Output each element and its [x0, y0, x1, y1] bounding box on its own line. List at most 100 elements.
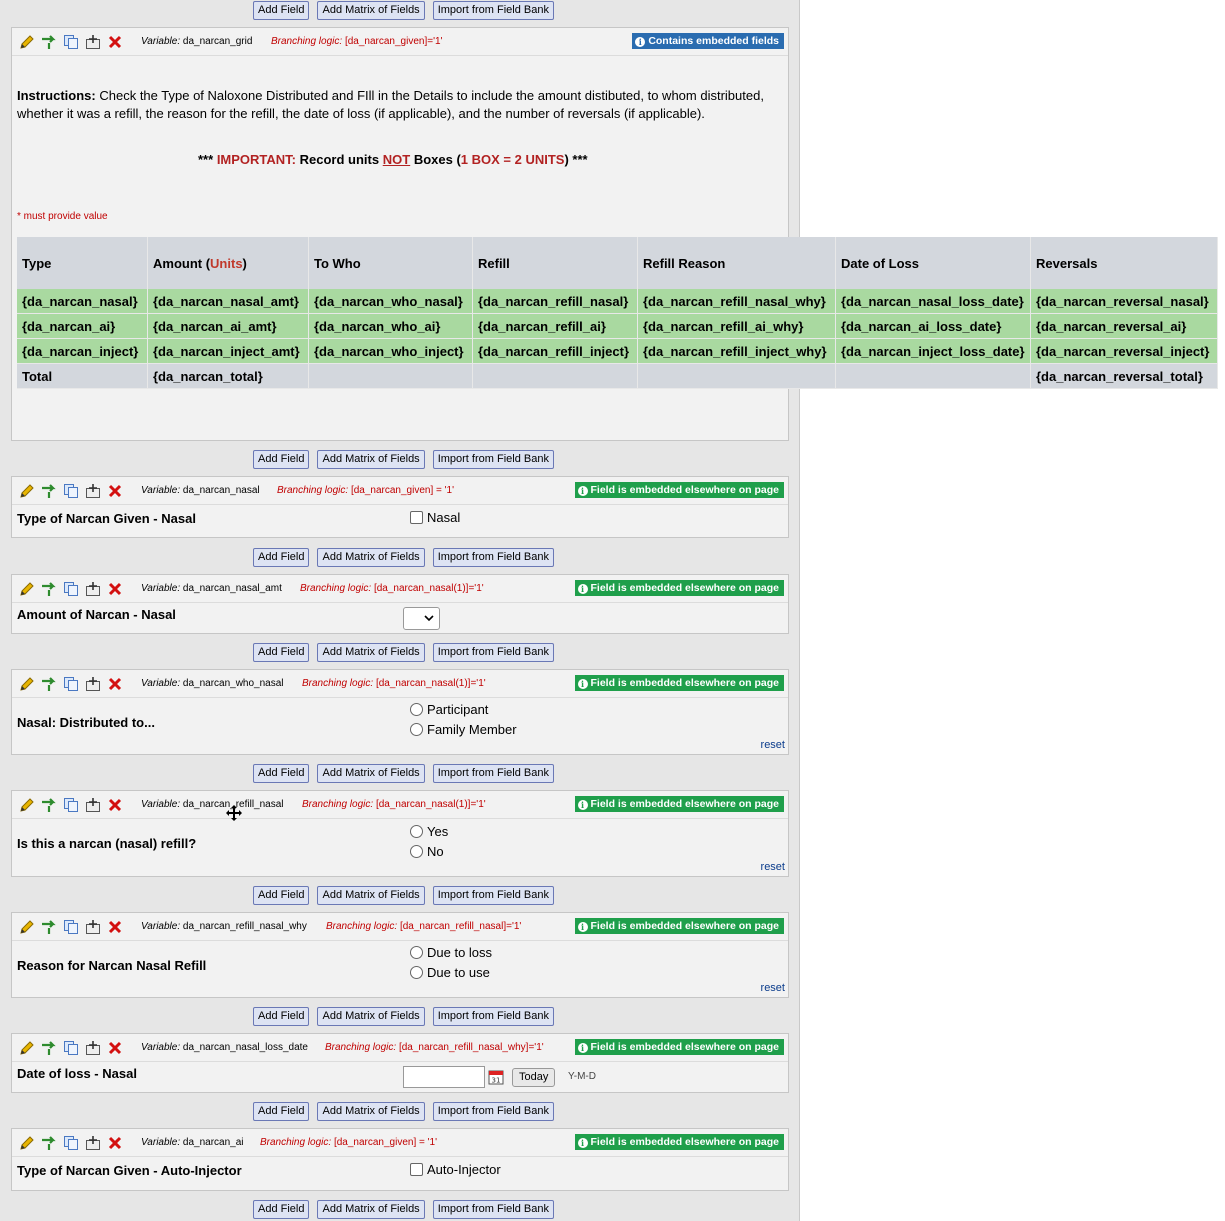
add-field-button[interactable]: Add Field — [253, 1200, 310, 1219]
import-field-bank-button[interactable]: Import from Field Bank — [432, 1, 554, 20]
add-matrix-button[interactable]: Add Matrix of Fields — [317, 643, 425, 662]
copy-icon[interactable] — [62, 675, 80, 693]
import-field-bank-button[interactable]: Import from Field Bank — [432, 1200, 554, 1219]
pencil-edit-icon[interactable] — [18, 580, 36, 598]
today-button[interactable]: Today — [512, 1068, 556, 1087]
delete-icon[interactable] — [106, 1039, 124, 1057]
reset-link[interactable]: reset — [761, 739, 785, 751]
copy-icon[interactable] — [62, 482, 80, 500]
stack-icon[interactable] — [84, 796, 102, 814]
stack-icon[interactable] — [84, 1039, 102, 1057]
pencil-edit-icon[interactable] — [18, 33, 36, 51]
add-matrix-button[interactable]: Add Matrix of Fields — [317, 1007, 425, 1026]
radio-option[interactable]: Due to use — [410, 965, 490, 980]
copy-icon[interactable] — [62, 918, 80, 936]
stack-icon[interactable] — [84, 33, 102, 51]
date-format-hint: Y-M-D — [568, 1071, 596, 1082]
add-field-button[interactable]: Add Field — [253, 548, 310, 567]
add-matrix-button[interactable]: Add Matrix of Fields — [317, 764, 425, 783]
pencil-edit-icon[interactable] — [18, 796, 36, 814]
move-arrow-icon[interactable] — [40, 796, 58, 814]
pencil-edit-icon[interactable] — [18, 675, 36, 693]
radio-option[interactable]: Yes — [410, 824, 448, 839]
import-field-bank-button[interactable]: Import from Field Bank — [432, 886, 554, 905]
add-field-button[interactable]: Add Field — [253, 1, 310, 20]
stack-icon[interactable] — [84, 580, 102, 598]
add-field-toolbar: Add Field Add Matrix of Fields Import fr… — [253, 1102, 554, 1121]
stack-icon[interactable] — [84, 1134, 102, 1152]
import-field-bank-button[interactable]: Import from Field Bank — [432, 764, 554, 783]
copy-icon[interactable] — [62, 796, 80, 814]
pencil-edit-icon[interactable] — [18, 918, 36, 936]
checkbox-option[interactable]: Auto-Injector — [410, 1162, 501, 1177]
variable-label: Variable: da_narcan_grid — [141, 36, 253, 47]
matrix-table: Type Amount (Units) To Who Refill Refill… — [17, 237, 1218, 389]
reset-link[interactable]: reset — [761, 982, 785, 994]
delete-icon[interactable] — [106, 796, 124, 814]
radio-option[interactable]: No — [410, 844, 444, 859]
pencil-edit-icon[interactable] — [18, 482, 36, 500]
add-field-button[interactable]: Add Field — [253, 450, 310, 469]
radio-option[interactable]: Due to loss — [410, 945, 492, 960]
add-field-button[interactable]: Add Field — [253, 1102, 310, 1121]
delete-icon[interactable] — [106, 918, 124, 936]
radio-button[interactable] — [410, 845, 423, 858]
stack-icon[interactable] — [84, 675, 102, 693]
cell: Total — [17, 363, 148, 389]
radio-button[interactable] — [410, 966, 423, 979]
radio-button[interactable] — [410, 703, 423, 716]
move-arrow-icon[interactable] — [40, 675, 58, 693]
stack-icon[interactable] — [84, 482, 102, 500]
import-field-bank-button[interactable]: Import from Field Bank — [432, 450, 554, 469]
delete-icon[interactable] — [106, 33, 124, 51]
add-field-button[interactable]: Add Field — [253, 886, 310, 905]
move-arrow-icon[interactable] — [40, 918, 58, 936]
radio-button[interactable] — [410, 825, 423, 838]
cell: {da_narcan_ai_loss_date} — [835, 313, 1031, 339]
checkbox[interactable] — [410, 1163, 423, 1176]
stack-icon[interactable] — [84, 918, 102, 936]
copy-icon[interactable] — [62, 1134, 80, 1152]
add-matrix-button[interactable]: Add Matrix of Fields — [317, 1200, 425, 1219]
move-arrow-icon[interactable] — [40, 482, 58, 500]
copy-icon[interactable] — [62, 33, 80, 51]
copy-icon[interactable] — [62, 580, 80, 598]
add-matrix-button[interactable]: Add Matrix of Fields — [317, 886, 425, 905]
import-field-bank-button[interactable]: Import from Field Bank — [432, 1007, 554, 1026]
add-field-button[interactable]: Add Field — [253, 643, 310, 662]
add-matrix-button[interactable]: Add Matrix of Fields — [317, 548, 425, 567]
date-input[interactable] — [403, 1066, 485, 1088]
calendar-icon[interactable]: 31 — [488, 1069, 504, 1085]
move-cursor-icon — [226, 805, 242, 821]
delete-icon[interactable] — [106, 482, 124, 500]
checkbox-option[interactable]: Nasal — [410, 510, 460, 525]
reset-link[interactable]: reset — [761, 861, 785, 873]
radio-button[interactable] — [410, 946, 423, 959]
add-field-button[interactable]: Add Field — [253, 764, 310, 783]
info-icon: i — [577, 679, 588, 689]
radio-option[interactable]: Family Member — [410, 722, 517, 737]
delete-icon[interactable] — [106, 1134, 124, 1152]
radio-option[interactable]: Participant — [410, 702, 488, 717]
move-arrow-icon[interactable] — [40, 1134, 58, 1152]
checkbox[interactable] — [410, 511, 423, 524]
variable-name: da_narcan_refill_nasal_why — [182, 921, 307, 932]
move-arrow-icon[interactable] — [40, 1039, 58, 1057]
move-arrow-icon[interactable] — [40, 580, 58, 598]
embedded-elsewhere-badge: i Field is embedded elsewhere on page — [574, 482, 784, 498]
import-field-bank-button[interactable]: Import from Field Bank — [432, 643, 554, 662]
add-matrix-button[interactable]: Add Matrix of Fields — [317, 1, 425, 20]
radio-button[interactable] — [410, 723, 423, 736]
add-matrix-button[interactable]: Add Matrix of Fields — [317, 450, 425, 469]
pencil-edit-icon[interactable] — [18, 1134, 36, 1152]
import-field-bank-button[interactable]: Import from Field Bank — [432, 1102, 554, 1121]
delete-icon[interactable] — [106, 580, 124, 598]
import-field-bank-button[interactable]: Import from Field Bank — [432, 548, 554, 567]
amount-select[interactable] — [403, 607, 440, 630]
pencil-edit-icon[interactable] — [18, 1039, 36, 1057]
delete-icon[interactable] — [106, 675, 124, 693]
add-field-button[interactable]: Add Field — [253, 1007, 310, 1026]
copy-icon[interactable] — [62, 1039, 80, 1057]
move-arrow-icon[interactable] — [40, 33, 58, 51]
add-matrix-button[interactable]: Add Matrix of Fields — [317, 1102, 425, 1121]
